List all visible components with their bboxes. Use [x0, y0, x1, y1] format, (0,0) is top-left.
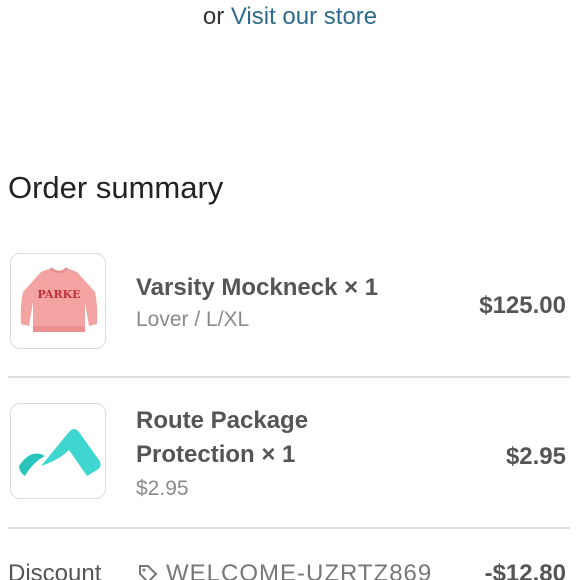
sweater-print-text: PARKE: [37, 288, 80, 301]
item-divider: [8, 527, 570, 529]
item-variant: Lover / L/XL: [136, 308, 250, 331]
order-summary-title: Order summary: [8, 170, 224, 205]
discount-label: Discount: [8, 560, 102, 580]
visit-store-link[interactable]: Visit our store: [231, 3, 377, 30]
line-item: PARKE Varsity Mockneck × 1 Lover / L/XL …: [0, 253, 580, 353]
sweater-icon: PARKE: [20, 267, 98, 332]
item-name: Varsity Mockneck × 1: [136, 274, 379, 301]
store-prefix: or: [202, 3, 225, 30]
discount-row: Discount WELCOME-UZRTZ869 -$12.80: [8, 560, 566, 580]
discount-code-text: WELCOME-UZRTZ869: [166, 560, 433, 580]
item-divider: [8, 376, 570, 378]
item-price: $125.00: [479, 292, 566, 319]
tag-icon: [139, 565, 158, 580]
item-name-line-1: Route Package: [136, 407, 309, 434]
item-name-line-2: Protection × 1: [136, 441, 296, 468]
item-variant: $2.95: [136, 477, 189, 500]
product-thumbnail: PARKE: [10, 253, 106, 349]
discount-code: WELCOME-UZRTZ869: [138, 560, 432, 580]
route-logo-icon: [19, 429, 101, 476]
line-item: Route Package Protection × 1 $2.95 $2.95: [0, 403, 580, 513]
product-thumbnail: [10, 403, 106, 499]
item-price: $2.95: [505, 443, 566, 470]
checkout-page: or Visit our store Order summary PARKE V…: [0, 0, 580, 580]
discount-amount: -$12.80: [484, 560, 566, 580]
visit-store-line: or Visit our store: [0, 3, 580, 31]
